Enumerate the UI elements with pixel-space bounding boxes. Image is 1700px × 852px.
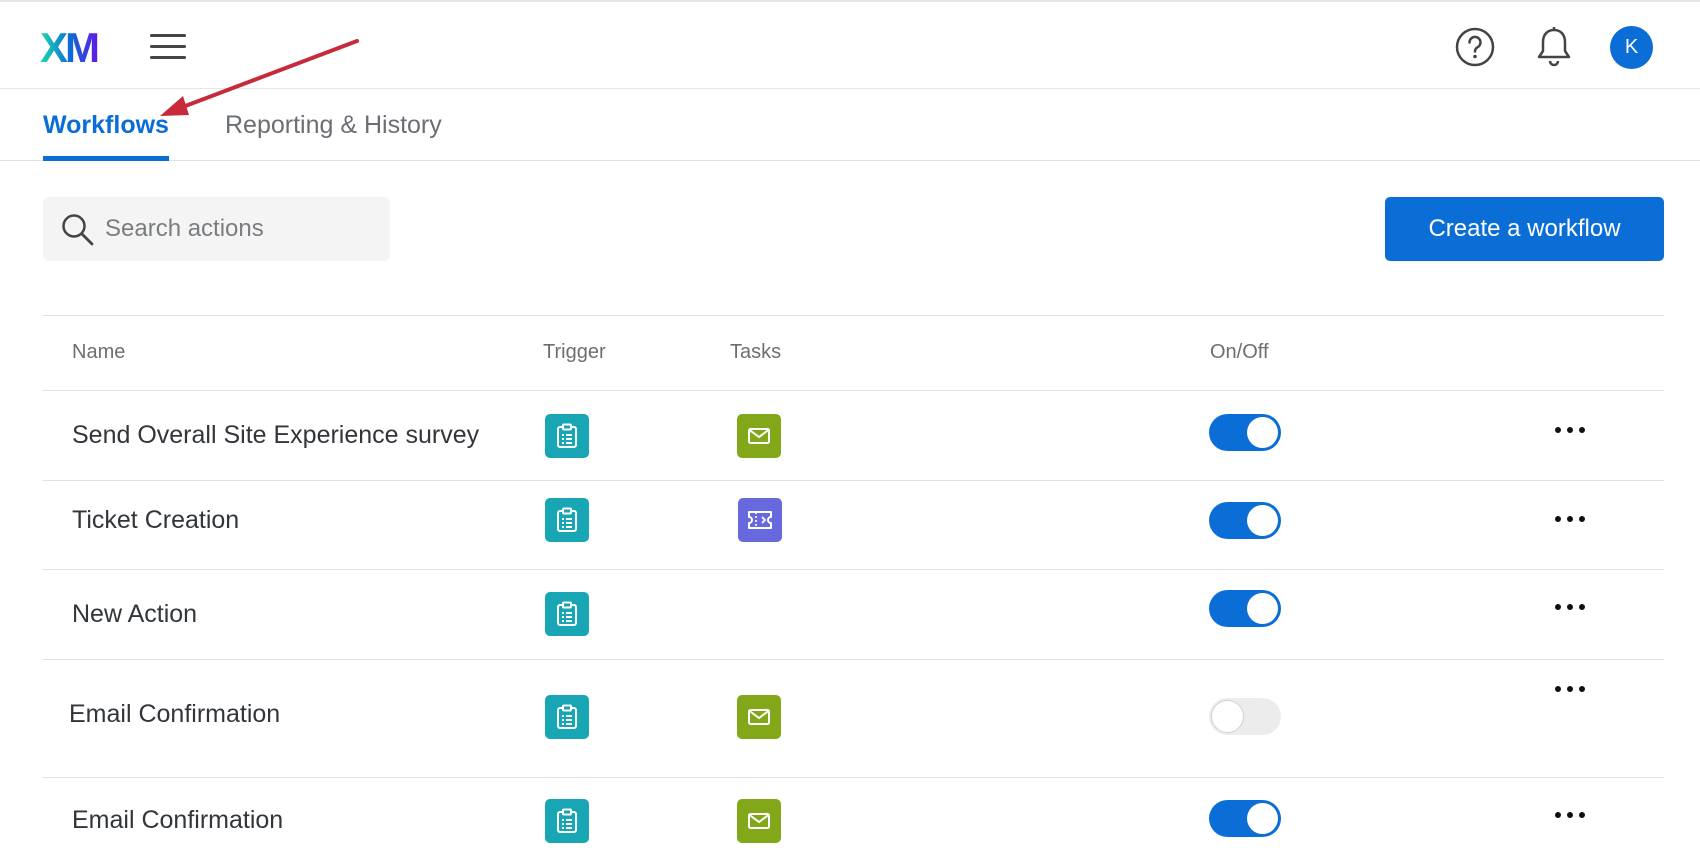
- user-avatar[interactable]: K: [1610, 26, 1653, 69]
- create-workflow-button[interactable]: Create a workflow: [1385, 197, 1664, 261]
- table-row[interactable]: Email Confirmation: [43, 778, 1664, 852]
- more-options-icon[interactable]: [1553, 809, 1587, 821]
- notification-bell-icon[interactable]: [1535, 26, 1573, 68]
- workflow-toggle[interactable]: [1209, 698, 1281, 735]
- xm-logo[interactable]: XM: [40, 28, 110, 66]
- survey-clipboard-icon: [545, 498, 589, 542]
- column-header-name: Name: [72, 341, 126, 363]
- top-bar: XM K: [0, 0, 1700, 89]
- email-envelope-icon: [737, 695, 781, 739]
- email-envelope-icon: [737, 414, 781, 458]
- workflow-toggle[interactable]: [1209, 414, 1281, 451]
- column-header-trigger: Trigger: [543, 341, 606, 363]
- workflow-name[interactable]: Ticket Creation: [72, 506, 239, 535]
- tab-bar: Workflows Reporting & History: [0, 89, 1700, 161]
- more-options-icon[interactable]: [1553, 683, 1587, 695]
- table-row[interactable]: Email Confirmation: [43, 660, 1664, 778]
- email-envelope-icon: [737, 799, 781, 843]
- search-input[interactable]: [105, 207, 375, 251]
- column-header-on-off: On/Off: [1210, 341, 1269, 363]
- tab-reporting-history[interactable]: Reporting & History: [225, 111, 442, 156]
- survey-clipboard-icon: [545, 592, 589, 636]
- logo-text: XM: [40, 28, 98, 66]
- workflow-name[interactable]: Email Confirmation: [72, 806, 283, 835]
- more-options-icon[interactable]: [1553, 601, 1587, 613]
- survey-clipboard-icon: [545, 695, 589, 739]
- table-header: Name Trigger Tasks On/Off: [43, 315, 1664, 391]
- workflow-name[interactable]: New Action: [72, 600, 197, 629]
- column-header-tasks: Tasks: [730, 341, 782, 363]
- table-row[interactable]: Ticket Creation: [43, 481, 1664, 570]
- help-icon[interactable]: [1455, 27, 1495, 67]
- ticket-icon: [738, 498, 782, 542]
- workflow-name[interactable]: Send Overall Site Experience survey: [72, 421, 479, 450]
- search-icon: [62, 214, 94, 246]
- table-row[interactable]: New Action: [43, 570, 1664, 660]
- survey-clipboard-icon: [545, 799, 589, 843]
- more-options-icon[interactable]: [1553, 513, 1587, 525]
- survey-clipboard-icon: [545, 414, 589, 458]
- workflow-toggle[interactable]: [1209, 800, 1281, 837]
- workflows-table: Name Trigger Tasks On/Off Send Overall S…: [43, 315, 1664, 852]
- search-box: [43, 197, 390, 261]
- workflow-toggle[interactable]: [1209, 502, 1281, 539]
- tab-workflows[interactable]: Workflows: [43, 111, 169, 161]
- workflow-name[interactable]: Email Confirmation: [69, 700, 280, 729]
- more-options-icon[interactable]: [1553, 424, 1587, 436]
- menu-icon[interactable]: [150, 32, 186, 62]
- table-row[interactable]: Send Overall Site Experience survey: [43, 391, 1664, 481]
- workflow-toggle[interactable]: [1209, 590, 1281, 627]
